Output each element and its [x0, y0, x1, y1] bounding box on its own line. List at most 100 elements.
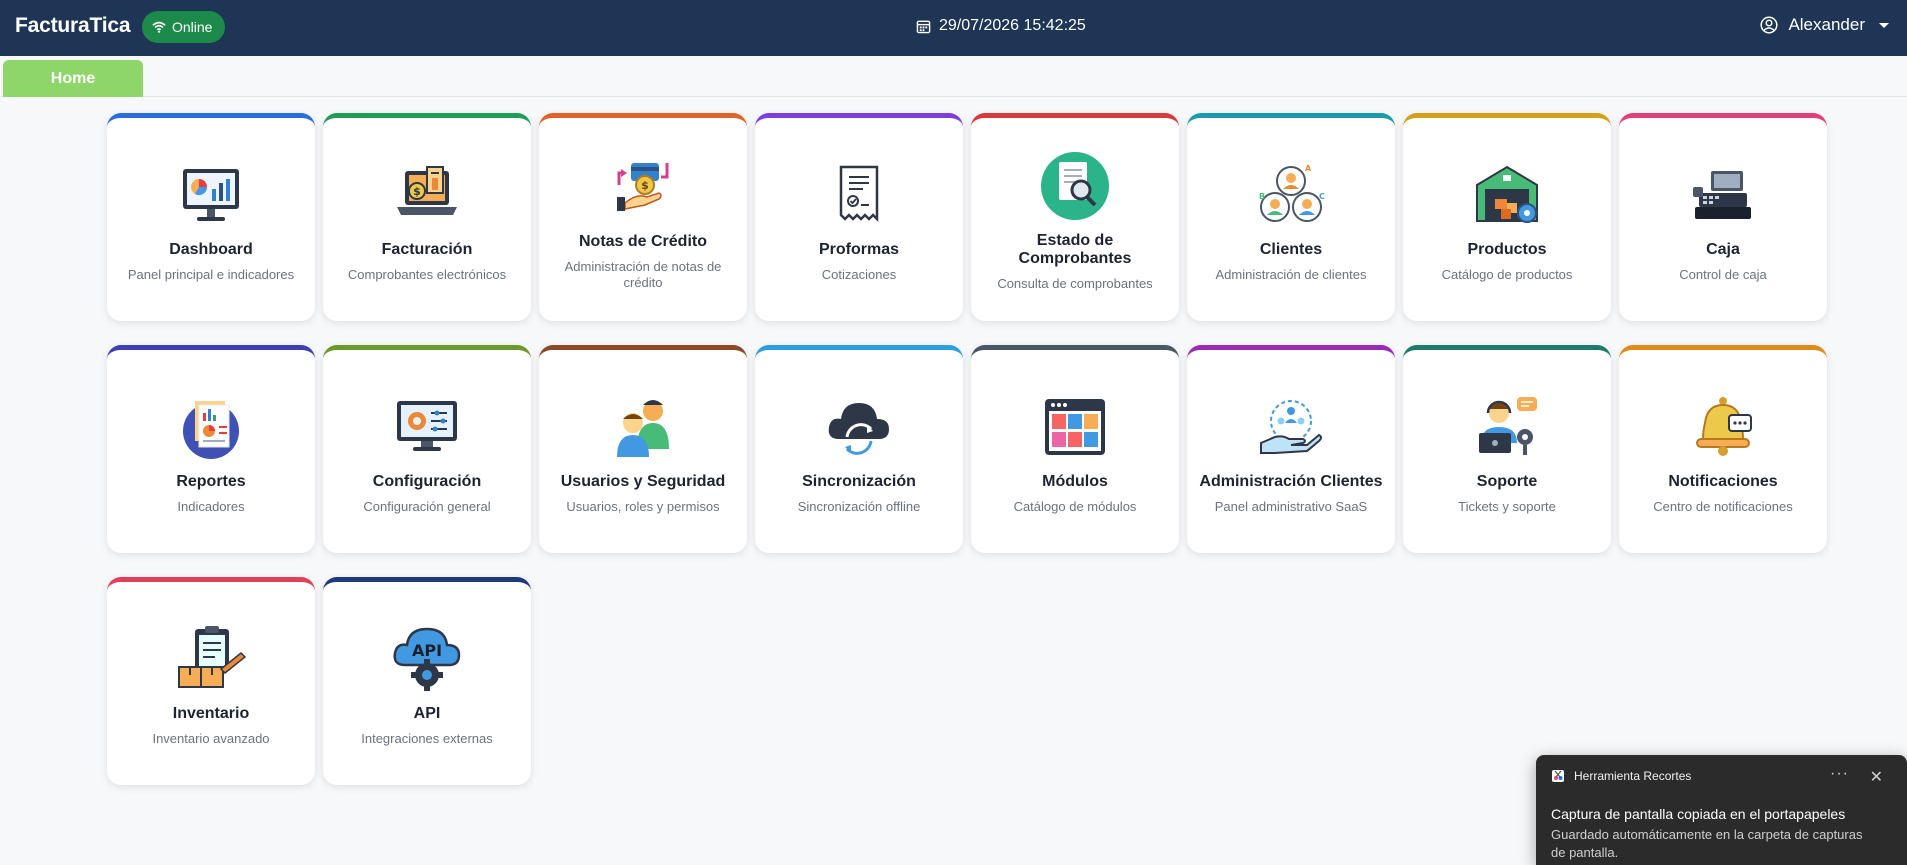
- user-menu[interactable]: Alexander: [1760, 15, 1889, 35]
- calendar-icon: [916, 20, 931, 33]
- module-title: Inventario: [172, 704, 250, 722]
- module-title: Módulos: [1042, 472, 1108, 490]
- modules-grid-icon: [1037, 389, 1113, 465]
- module-subtitle: Control de caja: [1679, 266, 1767, 282]
- reports-icon: [173, 389, 249, 465]
- module-subtitle: Centro de notificaciones: [1653, 498, 1793, 514]
- module-subtitle: Inventario avanzado: [152, 730, 270, 746]
- module-title: API: [413, 704, 441, 722]
- module-title: Notificaciones: [1668, 472, 1778, 490]
- inventory-icon: [173, 621, 249, 697]
- invoice-icon: $: [389, 157, 465, 233]
- datetime-display: 29/07/2026 15:42:25: [916, 17, 1086, 35]
- user-name: Alexander: [1788, 15, 1865, 34]
- module-subtitle: Catálogo de módulos: [1013, 498, 1137, 514]
- module-card-notificaciones[interactable]: Notificaciones Centro de notificaciones: [1619, 345, 1827, 553]
- module-subtitle: Consulta de comprobantes: [997, 275, 1153, 291]
- online-status-badge: Online: [142, 11, 226, 43]
- module-subtitle: Configuración general: [363, 498, 491, 514]
- module-card-facturacion[interactable]: $ Facturación Comprobantes electrónicos: [323, 113, 531, 321]
- module-subtitle: Indicadores: [177, 498, 245, 514]
- module-card-inventario[interactable]: Inventario Inventario avanzado: [107, 577, 315, 785]
- notification-title: Captura de pantalla copiada en el portap…: [1551, 806, 1846, 822]
- top-bar: FacturaTica Online 29/07/2026 15:42:25 A…: [0, 0, 1907, 56]
- module-subtitle: Panel administrativo SaaS: [1214, 498, 1368, 514]
- notification-app-name: Herramienta Recortes: [1574, 769, 1692, 783]
- module-card-estado-de-comprobantes[interactable]: Estado de Comprobantes Consulta de compro…: [971, 113, 1179, 321]
- notification-body: Guardado automáticamente en la carpeta d…: [1551, 827, 1863, 860]
- snipping-tool-notification[interactable]: Herramienta Recortes ··· ✕ Captura de pa…: [1536, 755, 1907, 865]
- module-title: Dashboard: [169, 240, 253, 258]
- module-title: Facturación: [381, 240, 473, 258]
- wifi-icon: [152, 21, 166, 33]
- bell-icon: [1685, 389, 1761, 465]
- module-card-sincronizacion[interactable]: Sincronización Sincronización offline: [755, 345, 963, 553]
- more-options-icon[interactable]: ···: [1830, 765, 1849, 783]
- snipping-tool-icon: [1552, 770, 1564, 782]
- module-title: Reportes: [176, 472, 246, 490]
- module-card-configuracion[interactable]: Configuración Configuración general: [323, 345, 531, 553]
- module-card-proformas[interactable]: Proformas Cotizaciones: [755, 113, 963, 321]
- module-card-api[interactable]: API API Integraciones externas: [323, 577, 531, 785]
- module-title: Caja: [1706, 240, 1740, 258]
- module-card-notas-de-credito[interactable]: $ Notas de Crédito Administración de notas…: [539, 113, 747, 321]
- module-card-usuarios-y-seguridad[interactable]: Usuarios y Seguridad Usuarios, roles y pe…: [539, 345, 747, 553]
- online-status-label: Online: [172, 19, 213, 35]
- module-card-modulos[interactable]: Módulos Catálogo de módulos: [971, 345, 1179, 553]
- module-title: Administración Clientes: [1199, 472, 1383, 490]
- close-icon[interactable]: ✕: [1870, 767, 1883, 787]
- warehouse-icon: [1469, 157, 1545, 233]
- modules-grid: Dashboard Panel principal e indicadores $ F…: [107, 113, 1827, 785]
- module-title: Configuración: [372, 472, 482, 490]
- module-title: Proformas: [818, 240, 900, 258]
- module-title: Estado de Comprobantes: [1018, 231, 1132, 267]
- svg-text:$: $: [413, 185, 421, 198]
- module-title: Notas de Crédito: [578, 232, 707, 250]
- module-card-clientes[interactable]: A B C Clientes Administración de clientes: [1187, 113, 1395, 321]
- module-card-administracion-clientes[interactable]: Administración Clientes Panel administrat…: [1187, 345, 1395, 553]
- svg-text:A: A: [1305, 164, 1312, 173]
- cloud-sync-icon: [821, 389, 897, 465]
- users-icon: [605, 389, 681, 465]
- module-subtitle: Catálogo de productos: [1441, 266, 1573, 282]
- dashboard-icon: [173, 157, 249, 233]
- module-subtitle: Panel principal e indicadores: [127, 266, 295, 282]
- module-subtitle: Cotizaciones: [821, 266, 897, 282]
- support-agent-icon: [1469, 389, 1545, 465]
- caret-down-icon: [1879, 22, 1889, 28]
- module-title: Sincronización: [802, 472, 916, 490]
- svg-text:API: API: [412, 641, 442, 660]
- credit-note-icon: $: [605, 149, 681, 225]
- module-subtitle: Administración de clientes: [1215, 266, 1367, 282]
- api-cloud-icon: API: [389, 621, 465, 697]
- clients-icon: A B C: [1253, 157, 1329, 233]
- module-subtitle: Integraciones externas: [361, 730, 493, 746]
- module-card-soporte[interactable]: Soporte Tickets y soporte: [1403, 345, 1611, 553]
- tab-home[interactable]: Home: [3, 60, 143, 97]
- module-title: Usuarios y Seguridad: [560, 472, 726, 490]
- notification-header: Herramienta Recortes: [1551, 769, 1691, 783]
- tab-bar: Home: [0, 56, 1907, 97]
- cash-register-icon: [1685, 157, 1761, 233]
- module-card-reportes[interactable]: Reportes Indicadores: [107, 345, 315, 553]
- module-title: Soporte: [1476, 472, 1538, 490]
- receipt-icon: [821, 157, 897, 233]
- module-subtitle: Sincronización offline: [797, 498, 921, 514]
- module-title: Clientes: [1259, 240, 1323, 258]
- module-card-caja[interactable]: Caja Control de caja: [1619, 113, 1827, 321]
- document-search-icon: [1037, 148, 1113, 224]
- module-title: Productos: [1467, 240, 1547, 258]
- module-subtitle: Comprobantes electrónicos: [347, 266, 507, 282]
- module-card-dashboard[interactable]: Dashboard Panel principal e indicadores: [107, 113, 315, 321]
- client-admin-icon: [1253, 389, 1329, 465]
- svg-text:C: C: [1319, 192, 1325, 201]
- brand-logo[interactable]: FacturaTica: [15, 14, 131, 38]
- module-subtitle: Administración de notas de crédito: [564, 258, 722, 290]
- svg-text:B: B: [1259, 192, 1265, 201]
- module-card-productos[interactable]: Productos Catálogo de productos: [1403, 113, 1611, 321]
- module-subtitle: Tickets y soporte: [1458, 498, 1556, 514]
- svg-text:$: $: [641, 179, 649, 192]
- user-circle-icon: [1760, 16, 1778, 34]
- datetime-text: 29/07/2026 15:42:25: [939, 17, 1086, 34]
- settings-monitor-icon: [389, 389, 465, 465]
